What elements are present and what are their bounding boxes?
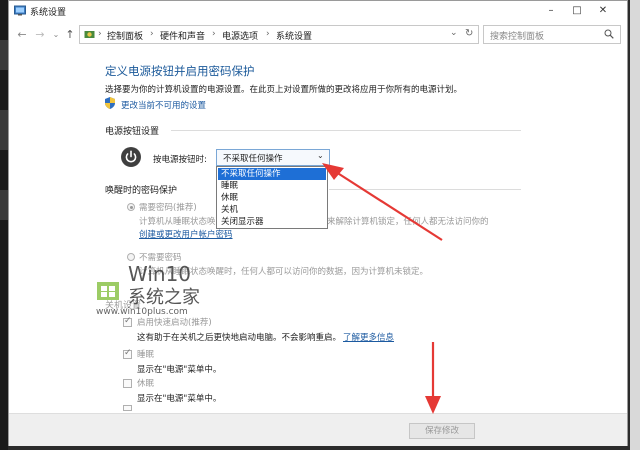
section-divider <box>329 189 521 190</box>
search-placeholder: 搜索控制面板 <box>490 32 545 42</box>
power-button-settings-heading: 电源按钮设置 <box>105 127 160 137</box>
page-title: 定义电源按钮并启用密码保护 <box>105 64 255 78</box>
breadcrumb-control-panel[interactable]: 控制面板 <box>107 29 143 42</box>
forward-arrow-icon[interactable]: → <box>33 28 47 41</box>
fast-startup-description: 这有助于在关机之后更快地启动电脑。不会影响重启。 <box>137 333 342 343</box>
search-icon <box>604 29 614 39</box>
win10-home-logo-icon <box>91 268 125 300</box>
dropdown-option-turn-off-display[interactable]: 关闭显示器 <box>218 216 326 228</box>
dropdown-option-shut-down[interactable]: 关机 <box>218 204 326 216</box>
cancel-button-area <box>485 423 551 439</box>
require-password-description: 计算机从睡眠状态唤醒 <box>139 217 225 227</box>
back-arrow-icon[interactable]: ← <box>15 28 29 41</box>
require-password-label: 需要密码(推荐) <box>139 203 197 213</box>
selected-action-value: 不采取任何操作 <box>223 154 283 164</box>
wake-password-heading: 唤醒时的密码保护 <box>105 186 178 196</box>
desktop-thumbnail <box>0 110 8 150</box>
lock-checkbox[interactable] <box>123 405 132 411</box>
power-button-action-select[interactable]: 不采取任何操作 ⌄ <box>216 149 330 166</box>
power-button-icon <box>121 147 141 167</box>
breadcrumb-separator: › <box>212 29 216 39</box>
page-description: 选择要为你的计算机设置的电源设置。在此页上对设置所做的更改将应用于你所有的电源计… <box>105 85 463 95</box>
control-panel-icon <box>84 31 95 38</box>
power-button-action-label: 按电源按钮时: <box>153 155 207 165</box>
sleep-label: 睡眠 <box>137 350 155 360</box>
hibernate-label: 休眠 <box>137 379 155 389</box>
sleep-description: 显示在"电源"菜单中。 <box>137 365 222 375</box>
footer-bar: 保存修改 <box>9 413 627 446</box>
breadcrumb-separator: › <box>98 29 102 39</box>
power-action-dropdown-list: 不采取任何操作 睡眠 休眠 关机 关闭显示器 <box>216 166 328 229</box>
check-mark-icon: ✓ <box>124 316 132 326</box>
section-divider <box>171 130 521 131</box>
breadcrumb-system-settings[interactable]: 系统设置 <box>276 29 312 42</box>
require-password-radio[interactable] <box>127 203 135 211</box>
change-unavailable-settings-link[interactable]: 更改当前不可用的设置 <box>121 99 206 111</box>
create-password-link[interactable]: 创建或更改用户帐户密码 <box>139 228 233 240</box>
window-title: 系统设置 <box>30 8 67 18</box>
address-bar[interactable]: › 控制面板 › 硬件和声音 › 电源选项 › 系统设置 ⌄ ↻ <box>79 25 479 44</box>
no-password-radio[interactable] <box>127 253 135 261</box>
breadcrumb-separator: › <box>266 29 270 39</box>
hibernate-description: 显示在"电源"菜单中。 <box>137 394 222 404</box>
dropdown-option-sleep[interactable]: 睡眠 <box>218 180 326 192</box>
up-arrow-icon[interactable]: ↑ <box>63 28 77 41</box>
desktop-thumbnail <box>0 40 8 70</box>
watermark-url: www.win10plus.com <box>96 307 188 317</box>
recent-locations-chevron-icon[interactable]: ⌄ <box>49 30 63 39</box>
fast-startup-label: 启用快速启动(推荐) <box>137 318 212 328</box>
hibernate-checkbox[interactable] <box>123 379 132 388</box>
desktop-thumbnail <box>0 190 8 220</box>
chevron-down-icon: ⌄ <box>317 151 324 160</box>
watermark-subtitle: 系统之家 <box>128 287 200 308</box>
dropdown-option-do-nothing[interactable]: 不采取任何操作 <box>218 168 326 180</box>
search-input[interactable]: 搜索控制面板 <box>483 25 621 44</box>
dropdown-option-hibernate[interactable]: 休眠 <box>218 192 326 204</box>
desktop-right-edge <box>630 0 640 450</box>
breadcrumb-power-options[interactable]: 电源选项 <box>222 29 258 42</box>
sleep-checkbox[interactable]: ✓ <box>123 348 132 359</box>
learn-more-link[interactable]: 了解更多信息 <box>343 331 394 343</box>
control-panel-icon <box>14 5 26 16</box>
save-changes-button[interactable]: 保存修改 <box>409 423 475 439</box>
navigation-bar: ← → ⌄ ↑ › 控制面板 › 硬件和声音 › 电源选项 › 系统设置 ⌄ ↻… <box>9 21 627 49</box>
close-button[interactable]: ✕ <box>581 1 625 21</box>
system-settings-window: 系统设置 – □ ✕ ← → ⌄ ↑ › 控制面板 › 硬件和声音 › 电源选项… <box>8 0 628 446</box>
require-password-description-cont: 来解除计算机锁定，任何人都无法访问你的 <box>327 217 489 227</box>
radio-selected-dot <box>130 206 133 209</box>
check-mark-icon: ✓ <box>124 348 132 358</box>
desktop-left-edge <box>0 0 8 450</box>
breadcrumb-separator: › <box>150 29 154 39</box>
fast-startup-checkbox[interactable]: ✓ <box>123 316 132 327</box>
refresh-icon[interactable]: ↻ <box>465 28 473 39</box>
uac-shield-icon <box>105 97 115 109</box>
breadcrumb-hardware-and-sound[interactable]: 硬件和声音 <box>160 29 205 42</box>
address-dropdown-chevron-icon[interactable]: ⌄ <box>450 28 458 38</box>
title-bar[interactable]: 系统设置 – □ ✕ <box>9 1 627 21</box>
